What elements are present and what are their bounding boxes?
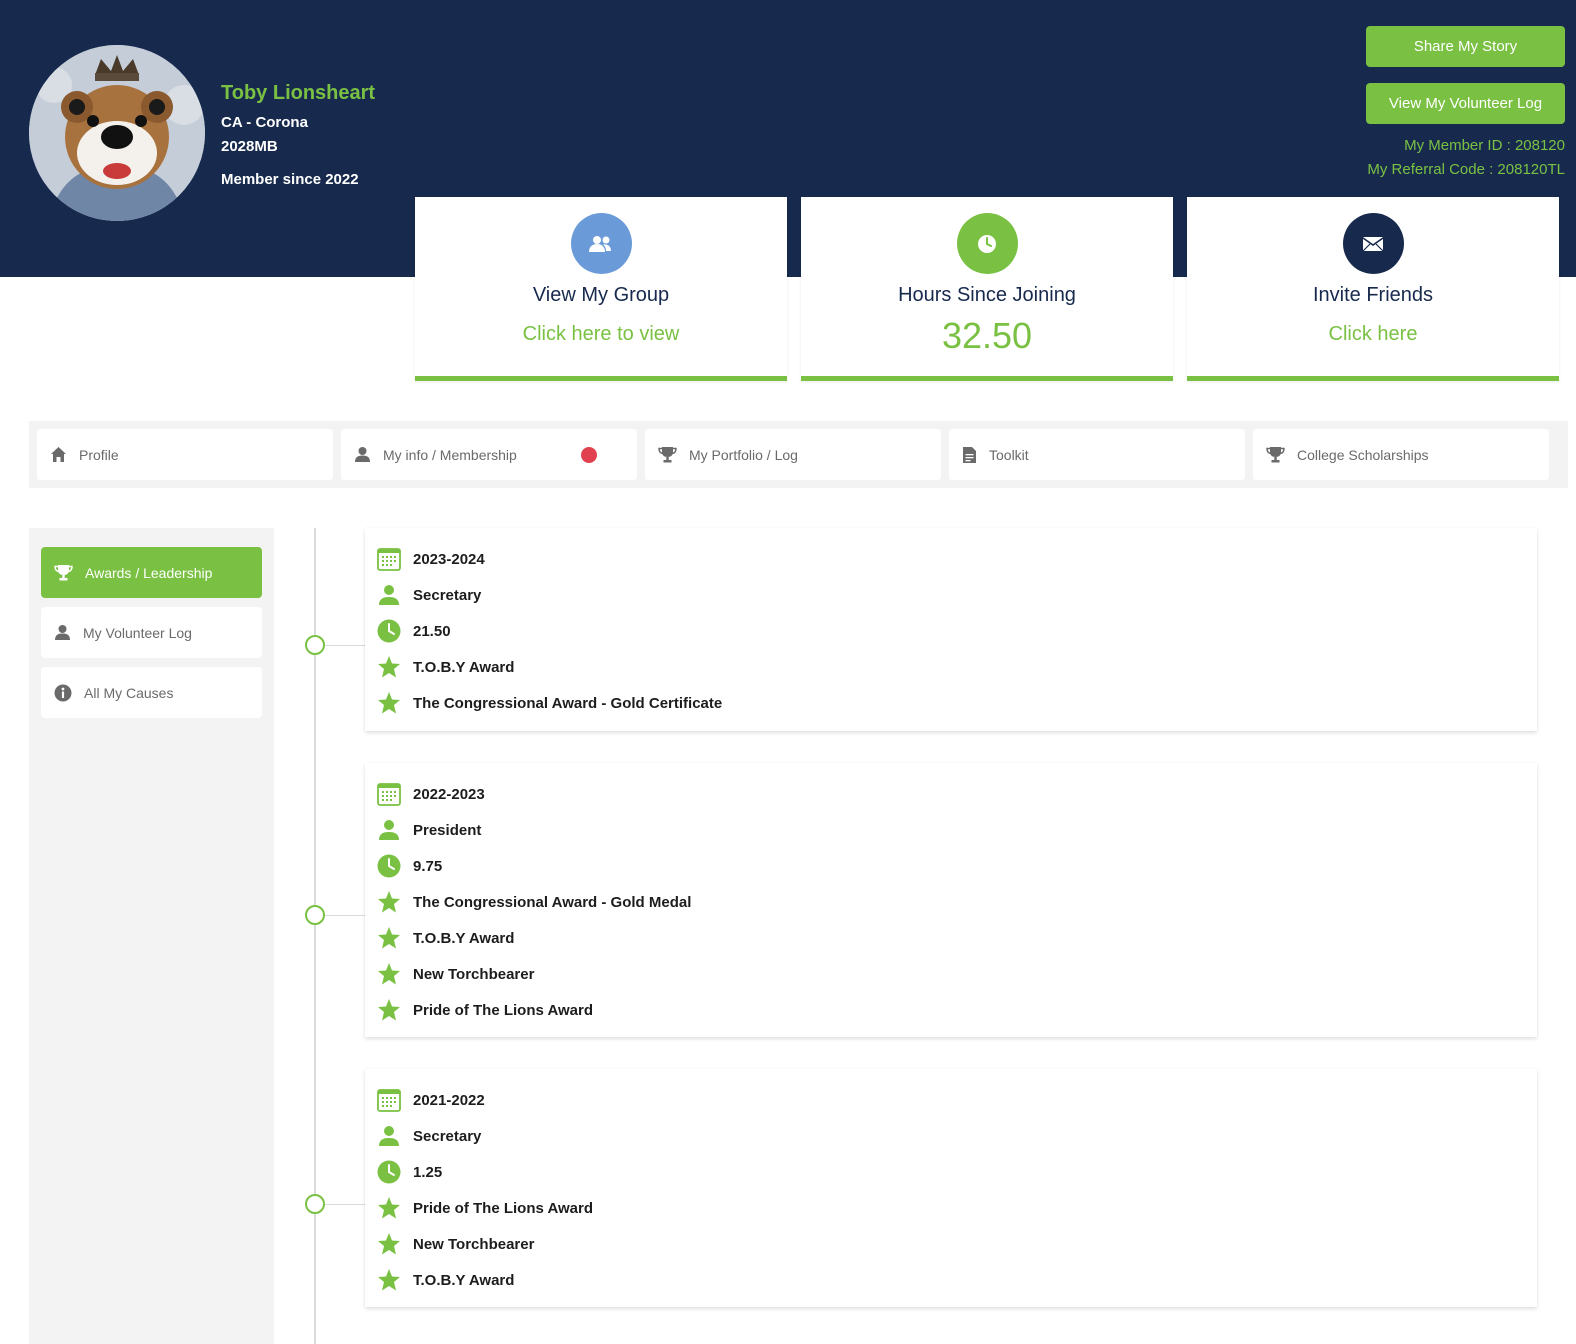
timeline-entry: 2023-2024 Secretary 21.50 T.O.B.Y Award … [365,528,1537,731]
entry-hours: 21.50 [365,613,1537,649]
tab-label: Profile [79,446,119,463]
profile-code: 2028MB [221,138,278,155]
sidebar: Awards / Leadership My Volunteer Log All… [29,528,274,1344]
entry-award: The Congressional Award - Gold Medal [365,884,1537,920]
timeline-node [305,905,325,925]
trophy-icon [658,447,677,463]
entry-hours: 9.75 [365,848,1537,884]
user-icon [376,582,402,608]
tab-label: College Scholarships [1297,446,1429,463]
group-icon [570,213,632,274]
star-icon [376,925,402,951]
tab-bar: Profile My info / Membership My Portfoli… [29,421,1568,488]
timeline-connector [325,645,365,646]
view-group-link[interactable]: Click here to view [415,323,787,346]
entry-award: Pride of The Lions Award [365,1190,1537,1226]
hours-title: Hours Since Joining [898,284,1076,306]
hours-value: 32.50 [941,315,1033,356]
view-volunteer-log-button[interactable]: View My Volunteer Log [1366,83,1565,124]
calendar-icon [376,781,402,807]
entry-award: T.O.B.Y Award [365,649,1537,685]
star-icon [376,654,402,680]
share-story-button[interactable]: Share My Story [1366,26,1565,67]
star-icon [376,997,402,1023]
clock-icon [376,853,402,879]
info-icon [54,684,72,701]
avatar [29,45,205,221]
referral-code: My Referral Code : 208120TL [1367,161,1565,178]
user-icon [355,447,370,462]
sidebar-item-label: Awards / Leadership [85,564,213,581]
sidebar-item-all-causes[interactable]: All My Causes [41,667,262,718]
entry-role: Secretary [365,1118,1537,1154]
star-icon [376,1195,402,1221]
member-id: My Member ID : 208120 [1404,137,1565,154]
entry-role: Secretary [365,577,1537,613]
clock-icon [956,213,1018,274]
tab-profile[interactable]: Profile [37,429,333,480]
tab-label: My Portfolio / Log [689,446,798,463]
clock-icon [376,1159,402,1185]
entry-year: 2023-2024 [365,541,1537,577]
star-icon [376,1231,402,1257]
view-group-title: View My Group [532,284,670,306]
mascot-avatar-image [29,45,205,221]
sidebar-item-awards-leadership[interactable]: Awards / Leadership [41,547,262,598]
entry-award: New Torchbearer [365,956,1537,992]
hours-card: Hours Since Joining 32.50 [801,197,1173,381]
user-icon [376,817,402,843]
sidebar-item-label: My Volunteer Log [83,624,192,641]
tab-label: Toolkit [989,446,1029,463]
star-icon [376,961,402,987]
sidebar-item-volunteer-log[interactable]: My Volunteer Log [41,607,262,658]
entry-award: The Congressional Award - Gold Certifica… [365,685,1537,721]
timeline-node [305,1194,325,1214]
star-icon [376,889,402,915]
timeline-connector [325,915,365,916]
profile-name: Toby Lionsheart [221,82,376,104]
calendar-icon [376,1087,402,1113]
view-group-card[interactable]: View My Group Click here to view [415,197,787,381]
invite-title: Invite Friends [1312,284,1434,306]
user-icon [55,625,70,640]
document-icon [963,446,976,463]
entry-role: President [365,812,1537,848]
tab-my-info-membership[interactable]: My info / Membership [341,429,637,480]
star-icon [376,1267,402,1293]
timeline-entry: 2021-2022 Secretary 1.25 Pride of The Li… [365,1069,1537,1307]
tab-toolkit[interactable]: Toolkit [949,429,1245,480]
calendar-icon [376,546,402,572]
clock-icon [376,618,402,644]
member-since: Member since 2022 [221,171,359,188]
invite-link[interactable]: Click here [1187,323,1559,346]
tab-college-scholarships[interactable]: College Scholarships [1253,429,1549,480]
notification-badge [581,447,597,463]
timeline-entry: 2022-2023 President 9.75 The Congression… [365,763,1537,1037]
entry-award: T.O.B.Y Award [365,920,1537,956]
entry-award: T.O.B.Y Award [365,1262,1537,1298]
trophy-icon [1266,447,1285,463]
profile-info: Toby Lionsheart CA - Corona 2028MB Membe… [221,82,375,188]
entry-year: 2022-2023 [365,776,1537,812]
timeline-node [305,635,325,655]
star-icon [376,690,402,716]
invite-friends-card[interactable]: Invite Friends Click here [1187,197,1559,381]
entry-award: New Torchbearer [365,1226,1537,1262]
trophy-icon [54,565,73,581]
user-icon [376,1123,402,1149]
timeline-connector [325,1204,365,1205]
tab-my-portfolio-log[interactable]: My Portfolio / Log [645,429,941,480]
profile-location: CA - Corona [221,114,308,131]
sidebar-item-label: All My Causes [84,684,174,701]
tab-label: My info / Membership [383,446,517,463]
entry-year: 2021-2022 [365,1082,1537,1118]
entry-hours: 1.25 [365,1154,1537,1190]
envelope-icon [1342,213,1404,274]
entry-award: Pride of The Lions Award [365,992,1537,1028]
home-icon [51,447,66,462]
